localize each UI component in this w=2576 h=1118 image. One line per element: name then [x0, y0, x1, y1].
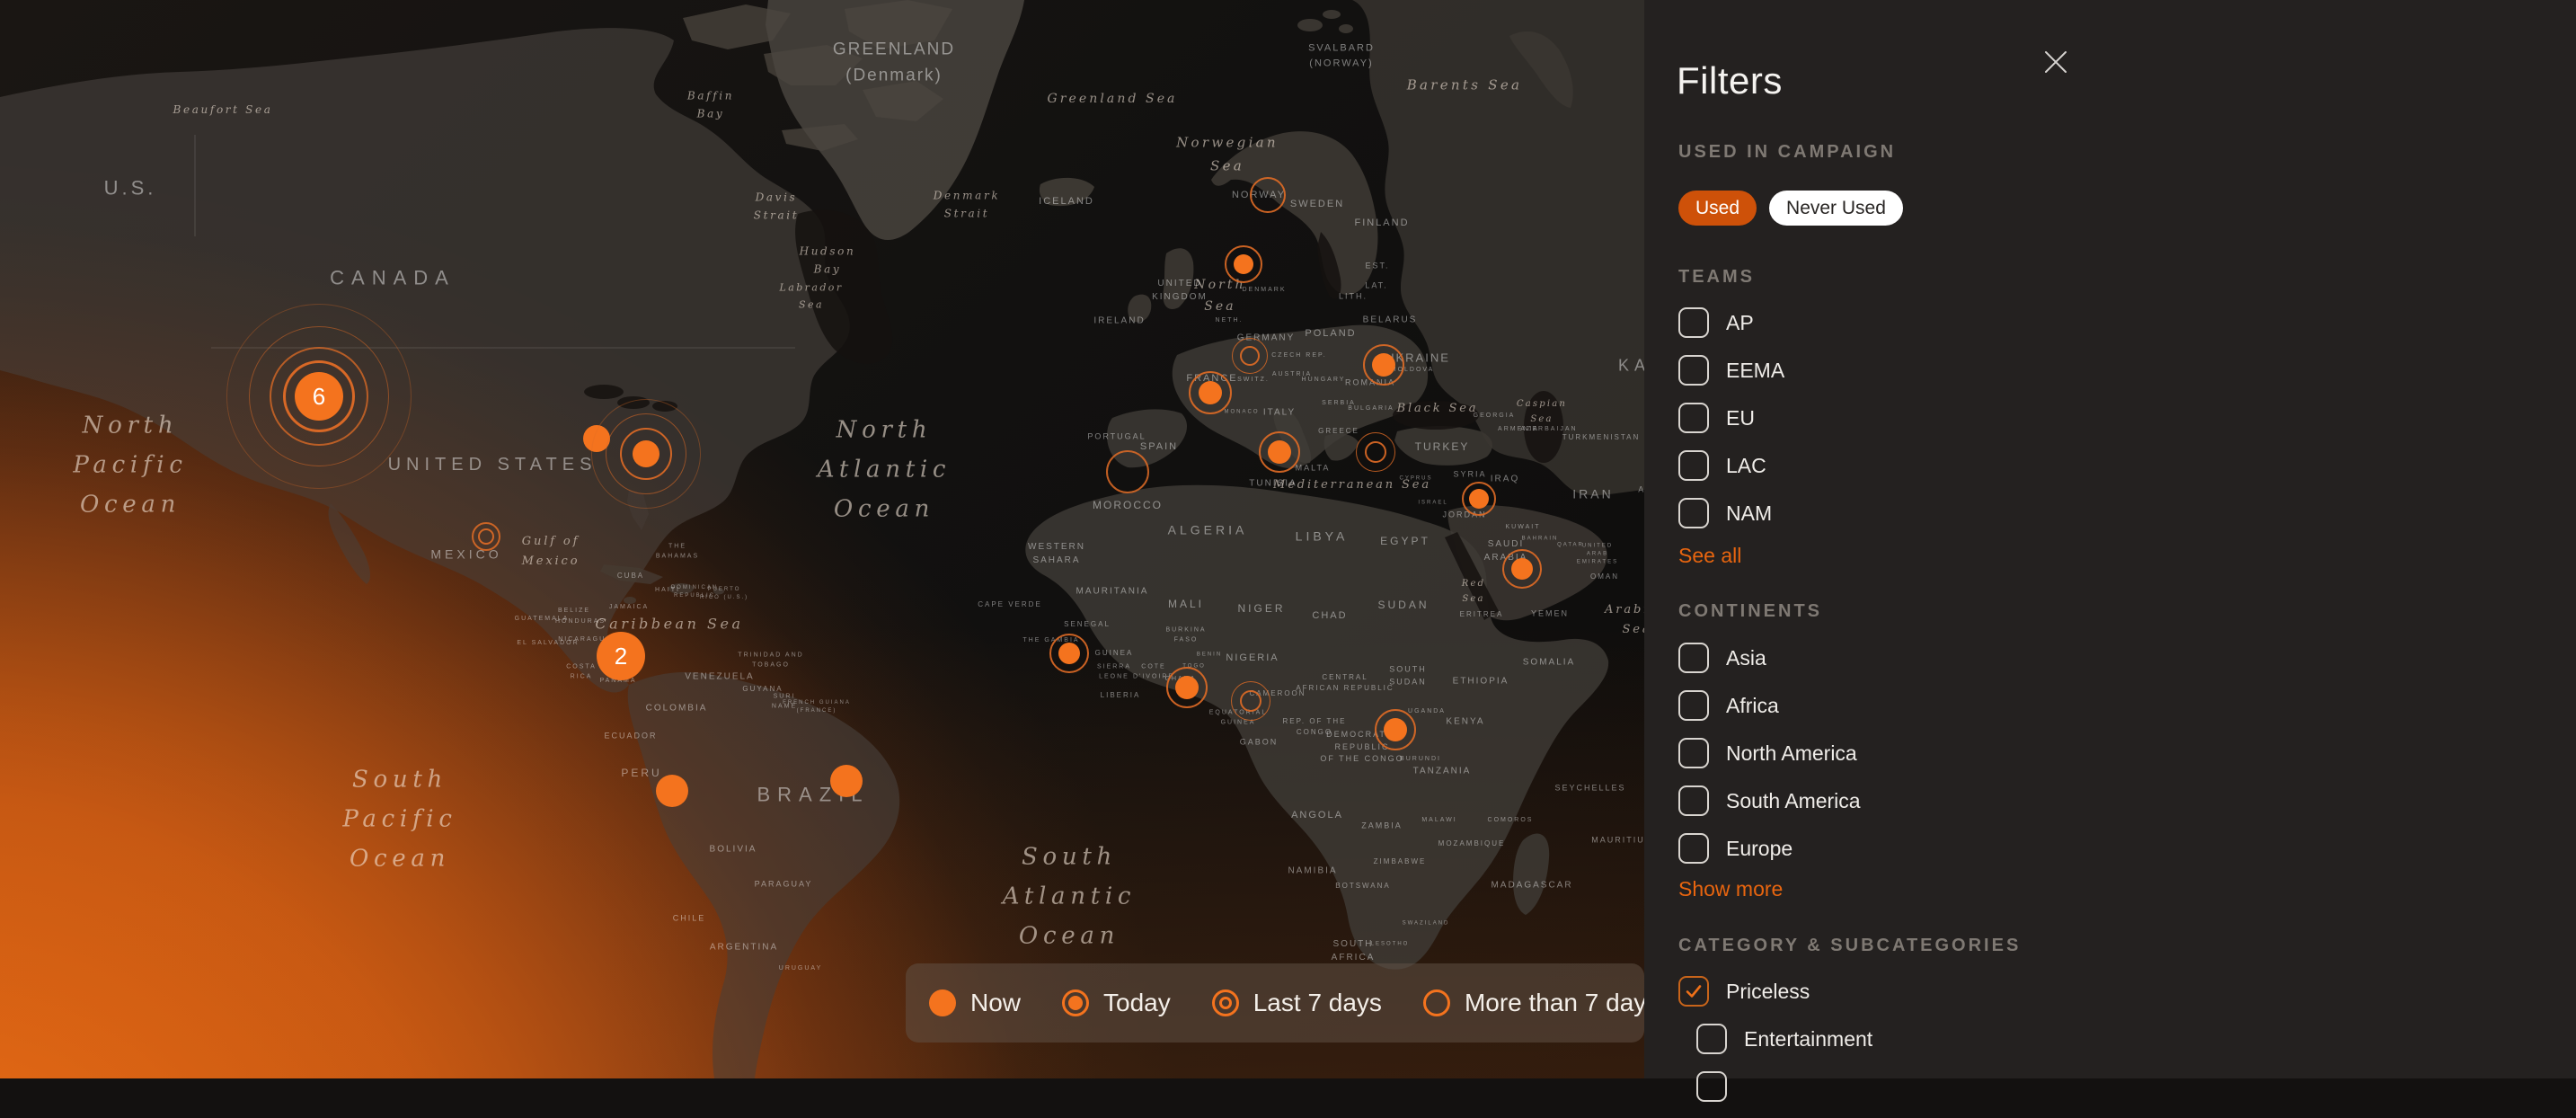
marker-dot: [1511, 558, 1533, 580]
pill-used[interactable]: Used: [1678, 191, 1757, 226]
marker-ring: [1250, 177, 1286, 213]
used-in-campaign-pills: Used Never Used: [1678, 191, 1903, 226]
checkbox-label: AP: [1726, 311, 1754, 335]
pill-never-used[interactable]: Never Used: [1769, 191, 1903, 226]
legend-item-older: More than 7 days ago: [1423, 989, 1644, 1017]
legend-item-last7: Last 7 days: [1212, 989, 1382, 1017]
map-landmasses: [0, 0, 1644, 1078]
continents-show-more-link[interactable]: Show more: [1678, 877, 1783, 901]
categories-checklist: Priceless Entertainment: [1678, 975, 1872, 1118]
marker-dot: [1384, 718, 1407, 741]
checkbox-unchecked[interactable]: [1678, 403, 1709, 433]
legend-now-icon: [929, 989, 956, 1016]
checkbox-label: LAC: [1726, 454, 1766, 478]
checkbox-unchecked[interactable]: [1678, 833, 1709, 864]
teams-checklist: AP EEMA EU LAC NAM: [1678, 306, 1784, 545]
marker-ring: [1231, 681, 1270, 721]
checkbox-label: EEMA: [1726, 359, 1784, 383]
continents-checklist: Asia Africa North America South America Euro…: [1678, 642, 1861, 880]
filters-panel: Filters USED IN CAMPAIGN UsedNever Used …: [1644, 0, 2576, 1078]
checkbox-row-ap[interactable]: AP: [1678, 306, 1784, 339]
checkbox-row-eema[interactable]: EEMA: [1678, 354, 1784, 386]
legend-older-icon: [1423, 989, 1450, 1016]
checkbox-unchecked[interactable]: [1678, 307, 1709, 338]
marker-dot: [1268, 440, 1291, 464]
marker-count: 2: [615, 644, 627, 668]
marker-dot: [1199, 381, 1222, 404]
checkbox-label: Priceless: [1726, 980, 1810, 1004]
checkbox-unchecked[interactable]: [1678, 643, 1709, 673]
checkbox-unchecked[interactable]: [1678, 355, 1709, 386]
legend-item-now: Now: [929, 989, 1021, 1017]
checkbox-unchecked[interactable]: [1678, 498, 1709, 528]
checkbox-row-africa[interactable]: Africa: [1678, 689, 1861, 722]
checkbox-label: South America: [1726, 789, 1861, 813]
marker-dot: [1372, 353, 1395, 377]
marker-dot: [1469, 489, 1489, 509]
marker-dot: [656, 775, 688, 807]
checkbox-row-nam[interactable]: NAM: [1678, 497, 1784, 529]
app-root: { "panel": { "title": "Filters", "used_i…: [0, 0, 2576, 1078]
marker-dot: [830, 765, 863, 797]
checkbox-row-europe[interactable]: Europe: [1678, 832, 1861, 865]
marker-ring: [1232, 338, 1268, 374]
checkbox-checked[interactable]: [1678, 976, 1709, 1007]
checkbox-row-entertainment[interactable]: Entertainment: [1696, 1023, 1872, 1055]
marker-count: 6: [313, 385, 325, 408]
checkbox-row-asia[interactable]: Asia: [1678, 642, 1861, 674]
checkbox-unchecked[interactable]: [1696, 1024, 1727, 1054]
legend-label: Now: [970, 989, 1021, 1017]
checkbox-label: Europe: [1726, 837, 1793, 861]
legend-label: More than 7 days ago: [1465, 989, 1644, 1017]
legend-last7-icon: [1212, 989, 1239, 1016]
checkbox-row-north-america[interactable]: North America: [1678, 737, 1861, 769]
section-header-used-in-campaign: USED IN CAMPAIGN: [1678, 142, 1896, 163]
world-map[interactable]: North Pacific OceanNorth Atlantic OceanS…: [0, 0, 1644, 1078]
checkbox-unchecked[interactable]: [1678, 785, 1709, 816]
checkbox-row-priceless[interactable]: Priceless: [1678, 975, 1872, 1007]
legend-label: Last 7 days: [1253, 989, 1382, 1017]
map-legend: Now Today Last 7 days More than 7 days ago: [906, 963, 1644, 1043]
marker-dot: [633, 440, 659, 467]
marker-ring: [1356, 432, 1395, 472]
checkbox-label: EU: [1726, 406, 1755, 430]
marker-dot: [1058, 643, 1080, 664]
panel-title: Filters: [1677, 59, 1783, 102]
legend-item-today: Today: [1062, 989, 1171, 1017]
checkbox-unchecked[interactable]: [1678, 690, 1709, 721]
checkbox-unchecked[interactable]: [1678, 738, 1709, 768]
checkbox-unchecked[interactable]: [1696, 1071, 1727, 1102]
marker-ring: [472, 522, 500, 551]
checkbox-row-eu[interactable]: EU: [1678, 402, 1784, 434]
section-header-continents: CONTINENTS: [1678, 601, 1822, 622]
checkbox-label: North America: [1726, 741, 1857, 766]
marker-ring: [1106, 450, 1149, 493]
checkbox-label: Entertainment: [1744, 1027, 1872, 1051]
checkbox-label: Africa: [1726, 694, 1779, 718]
close-icon: [2043, 49, 2068, 77]
checkbox-label: NAM: [1726, 501, 1772, 526]
legend-today-icon: [1062, 989, 1089, 1016]
marker-dot: [1234, 254, 1253, 274]
section-header-categories: CATEGORY & SUBCATEGORIES: [1678, 936, 2021, 956]
checkbox-row-lac[interactable]: LAC: [1678, 449, 1784, 482]
checkbox-label: Asia: [1726, 646, 1766, 670]
teams-see-all-link[interactable]: See all: [1678, 544, 1741, 568]
checkbox-unchecked[interactable]: [1678, 450, 1709, 481]
checkbox-row-hidden[interactable]: [1696, 1070, 1872, 1103]
section-header-teams: TEAMS: [1678, 267, 1755, 288]
close-button[interactable]: [2032, 40, 2079, 86]
legend-label: Today: [1103, 989, 1171, 1017]
marker-dot: [1175, 676, 1199, 699]
checkbox-row-south-america[interactable]: South America: [1678, 785, 1861, 817]
